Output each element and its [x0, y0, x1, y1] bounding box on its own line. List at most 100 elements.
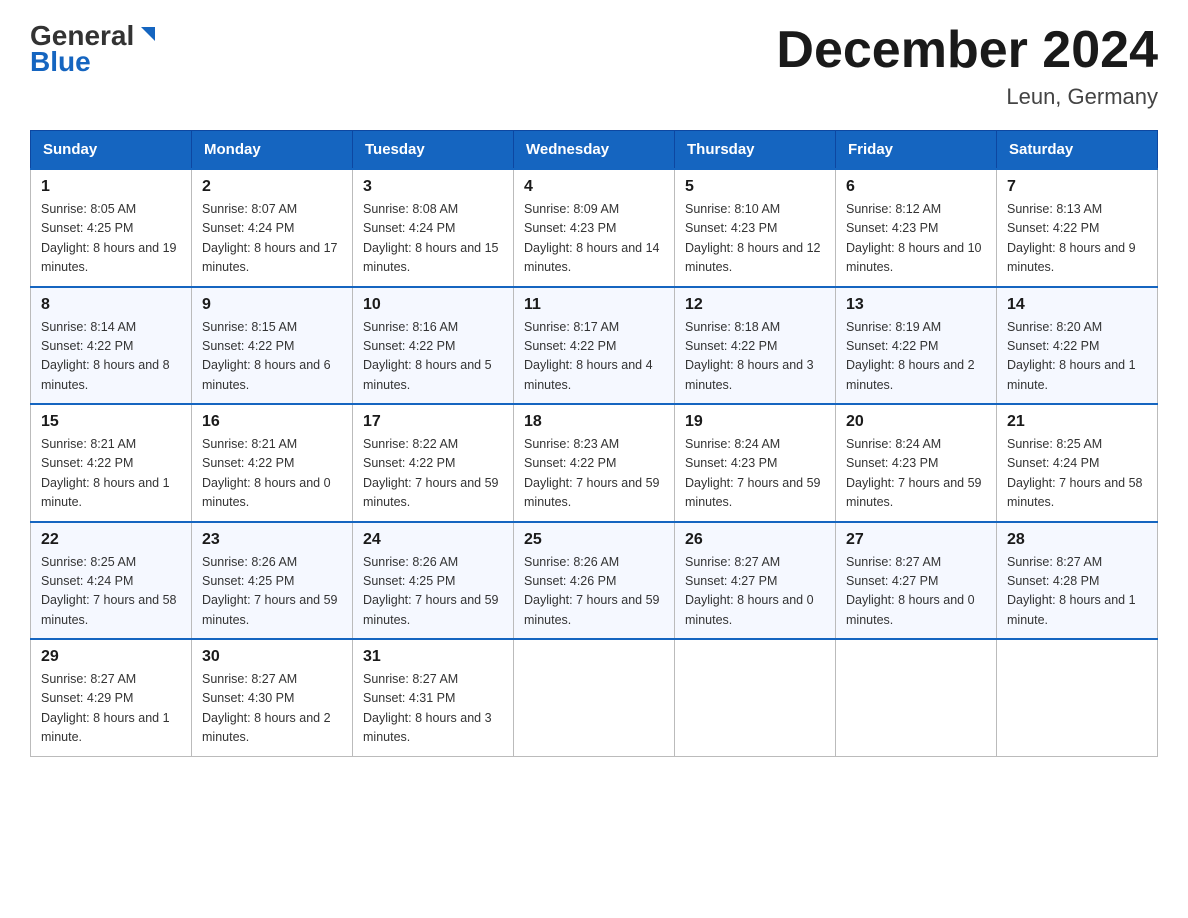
- day-info: Sunrise: 8:24 AMSunset: 4:23 PMDaylight:…: [846, 435, 986, 513]
- table-row: 13 Sunrise: 8:19 AMSunset: 4:22 PMDaylig…: [836, 287, 997, 405]
- calendar-header-row: Sunday Monday Tuesday Wednesday Thursday…: [31, 131, 1158, 170]
- col-monday: Monday: [192, 131, 353, 170]
- table-row: 6 Sunrise: 8:12 AMSunset: 4:23 PMDayligh…: [836, 169, 997, 287]
- day-number: 9: [202, 296, 342, 314]
- col-sunday: Sunday: [31, 131, 192, 170]
- day-number: 5: [685, 178, 825, 196]
- day-info: Sunrise: 8:24 AMSunset: 4:23 PMDaylight:…: [685, 435, 825, 513]
- table-row: 22 Sunrise: 8:25 AMSunset: 4:24 PMDaylig…: [31, 522, 192, 640]
- day-number: 29: [41, 648, 181, 666]
- day-info: Sunrise: 8:12 AMSunset: 4:23 PMDaylight:…: [846, 200, 986, 278]
- table-row: 9 Sunrise: 8:15 AMSunset: 4:22 PMDayligh…: [192, 287, 353, 405]
- table-row: 14 Sunrise: 8:20 AMSunset: 4:22 PMDaylig…: [997, 287, 1158, 405]
- day-number: 24: [363, 531, 503, 549]
- table-row: 29 Sunrise: 8:27 AMSunset: 4:29 PMDaylig…: [31, 639, 192, 756]
- day-number: 16: [202, 413, 342, 431]
- day-info: Sunrise: 8:10 AMSunset: 4:23 PMDaylight:…: [685, 200, 825, 278]
- day-number: 14: [1007, 296, 1147, 314]
- table-row: 26 Sunrise: 8:27 AMSunset: 4:27 PMDaylig…: [675, 522, 836, 640]
- day-info: Sunrise: 8:08 AMSunset: 4:24 PMDaylight:…: [363, 200, 503, 278]
- day-number: 26: [685, 531, 825, 549]
- col-friday: Friday: [836, 131, 997, 170]
- title-area: December 2024 Leun, Germany: [776, 20, 1158, 110]
- day-number: 27: [846, 531, 986, 549]
- calendar-week-row: 1 Sunrise: 8:05 AMSunset: 4:25 PMDayligh…: [31, 169, 1158, 287]
- day-number: 23: [202, 531, 342, 549]
- table-row: 12 Sunrise: 8:18 AMSunset: 4:22 PMDaylig…: [675, 287, 836, 405]
- day-number: 28: [1007, 531, 1147, 549]
- table-row: 10 Sunrise: 8:16 AMSunset: 4:22 PMDaylig…: [353, 287, 514, 405]
- page-header: General Blue December 2024 Leun, Germany: [30, 20, 1158, 110]
- day-number: 20: [846, 413, 986, 431]
- day-number: 17: [363, 413, 503, 431]
- day-number: 4: [524, 178, 664, 196]
- day-info: Sunrise: 8:22 AMSunset: 4:22 PMDaylight:…: [363, 435, 503, 513]
- col-tuesday: Tuesday: [353, 131, 514, 170]
- table-row: 25 Sunrise: 8:26 AMSunset: 4:26 PMDaylig…: [514, 522, 675, 640]
- day-number: 8: [41, 296, 181, 314]
- day-number: 12: [685, 296, 825, 314]
- col-wednesday: Wednesday: [514, 131, 675, 170]
- day-number: 11: [524, 296, 664, 314]
- table-row: 30 Sunrise: 8:27 AMSunset: 4:30 PMDaylig…: [192, 639, 353, 756]
- day-info: Sunrise: 8:18 AMSunset: 4:22 PMDaylight:…: [685, 318, 825, 396]
- day-info: Sunrise: 8:17 AMSunset: 4:22 PMDaylight:…: [524, 318, 664, 396]
- day-number: 19: [685, 413, 825, 431]
- table-row: [675, 639, 836, 756]
- col-thursday: Thursday: [675, 131, 836, 170]
- table-row: 27 Sunrise: 8:27 AMSunset: 4:27 PMDaylig…: [836, 522, 997, 640]
- day-number: 30: [202, 648, 342, 666]
- day-info: Sunrise: 8:23 AMSunset: 4:22 PMDaylight:…: [524, 435, 664, 513]
- table-row: 17 Sunrise: 8:22 AMSunset: 4:22 PMDaylig…: [353, 404, 514, 522]
- day-number: 31: [363, 648, 503, 666]
- day-number: 15: [41, 413, 181, 431]
- day-info: Sunrise: 8:05 AMSunset: 4:25 PMDaylight:…: [41, 200, 181, 278]
- day-info: Sunrise: 8:26 AMSunset: 4:25 PMDaylight:…: [202, 553, 342, 631]
- logo-blue-text: Blue: [30, 46, 91, 78]
- month-title: December 2024: [776, 20, 1158, 80]
- location-label: Leun, Germany: [776, 84, 1158, 110]
- table-row: 3 Sunrise: 8:08 AMSunset: 4:24 PMDayligh…: [353, 169, 514, 287]
- day-info: Sunrise: 8:14 AMSunset: 4:22 PMDaylight:…: [41, 318, 181, 396]
- day-info: Sunrise: 8:09 AMSunset: 4:23 PMDaylight:…: [524, 200, 664, 278]
- table-row: 8 Sunrise: 8:14 AMSunset: 4:22 PMDayligh…: [31, 287, 192, 405]
- day-number: 1: [41, 178, 181, 196]
- day-info: Sunrise: 8:27 AMSunset: 4:30 PMDaylight:…: [202, 670, 342, 748]
- col-saturday: Saturday: [997, 131, 1158, 170]
- calendar-week-row: 29 Sunrise: 8:27 AMSunset: 4:29 PMDaylig…: [31, 639, 1158, 756]
- logo: General Blue: [30, 20, 159, 78]
- table-row: [514, 639, 675, 756]
- table-row: 18 Sunrise: 8:23 AMSunset: 4:22 PMDaylig…: [514, 404, 675, 522]
- table-row: 28 Sunrise: 8:27 AMSunset: 4:28 PMDaylig…: [997, 522, 1158, 640]
- day-number: 22: [41, 531, 181, 549]
- calendar-week-row: 15 Sunrise: 8:21 AMSunset: 4:22 PMDaylig…: [31, 404, 1158, 522]
- table-row: 11 Sunrise: 8:17 AMSunset: 4:22 PMDaylig…: [514, 287, 675, 405]
- calendar-week-row: 22 Sunrise: 8:25 AMSunset: 4:24 PMDaylig…: [31, 522, 1158, 640]
- day-number: 3: [363, 178, 503, 196]
- day-number: 18: [524, 413, 664, 431]
- table-row: 16 Sunrise: 8:21 AMSunset: 4:22 PMDaylig…: [192, 404, 353, 522]
- table-row: 20 Sunrise: 8:24 AMSunset: 4:23 PMDaylig…: [836, 404, 997, 522]
- table-row: [836, 639, 997, 756]
- day-number: 21: [1007, 413, 1147, 431]
- day-info: Sunrise: 8:26 AMSunset: 4:25 PMDaylight:…: [363, 553, 503, 631]
- day-info: Sunrise: 8:13 AMSunset: 4:22 PMDaylight:…: [1007, 200, 1147, 278]
- table-row: 1 Sunrise: 8:05 AMSunset: 4:25 PMDayligh…: [31, 169, 192, 287]
- day-info: Sunrise: 8:25 AMSunset: 4:24 PMDaylight:…: [41, 553, 181, 631]
- table-row: [997, 639, 1158, 756]
- table-row: 23 Sunrise: 8:26 AMSunset: 4:25 PMDaylig…: [192, 522, 353, 640]
- table-row: 7 Sunrise: 8:13 AMSunset: 4:22 PMDayligh…: [997, 169, 1158, 287]
- day-info: Sunrise: 8:26 AMSunset: 4:26 PMDaylight:…: [524, 553, 664, 631]
- day-number: 6: [846, 178, 986, 196]
- table-row: 5 Sunrise: 8:10 AMSunset: 4:23 PMDayligh…: [675, 169, 836, 287]
- day-info: Sunrise: 8:16 AMSunset: 4:22 PMDaylight:…: [363, 318, 503, 396]
- logo-triangle-icon: [137, 23, 159, 45]
- table-row: 2 Sunrise: 8:07 AMSunset: 4:24 PMDayligh…: [192, 169, 353, 287]
- day-info: Sunrise: 8:20 AMSunset: 4:22 PMDaylight:…: [1007, 318, 1147, 396]
- day-info: Sunrise: 8:27 AMSunset: 4:29 PMDaylight:…: [41, 670, 181, 748]
- day-number: 25: [524, 531, 664, 549]
- day-info: Sunrise: 8:27 AMSunset: 4:27 PMDaylight:…: [685, 553, 825, 631]
- day-info: Sunrise: 8:21 AMSunset: 4:22 PMDaylight:…: [41, 435, 181, 513]
- day-info: Sunrise: 8:25 AMSunset: 4:24 PMDaylight:…: [1007, 435, 1147, 513]
- day-info: Sunrise: 8:27 AMSunset: 4:27 PMDaylight:…: [846, 553, 986, 631]
